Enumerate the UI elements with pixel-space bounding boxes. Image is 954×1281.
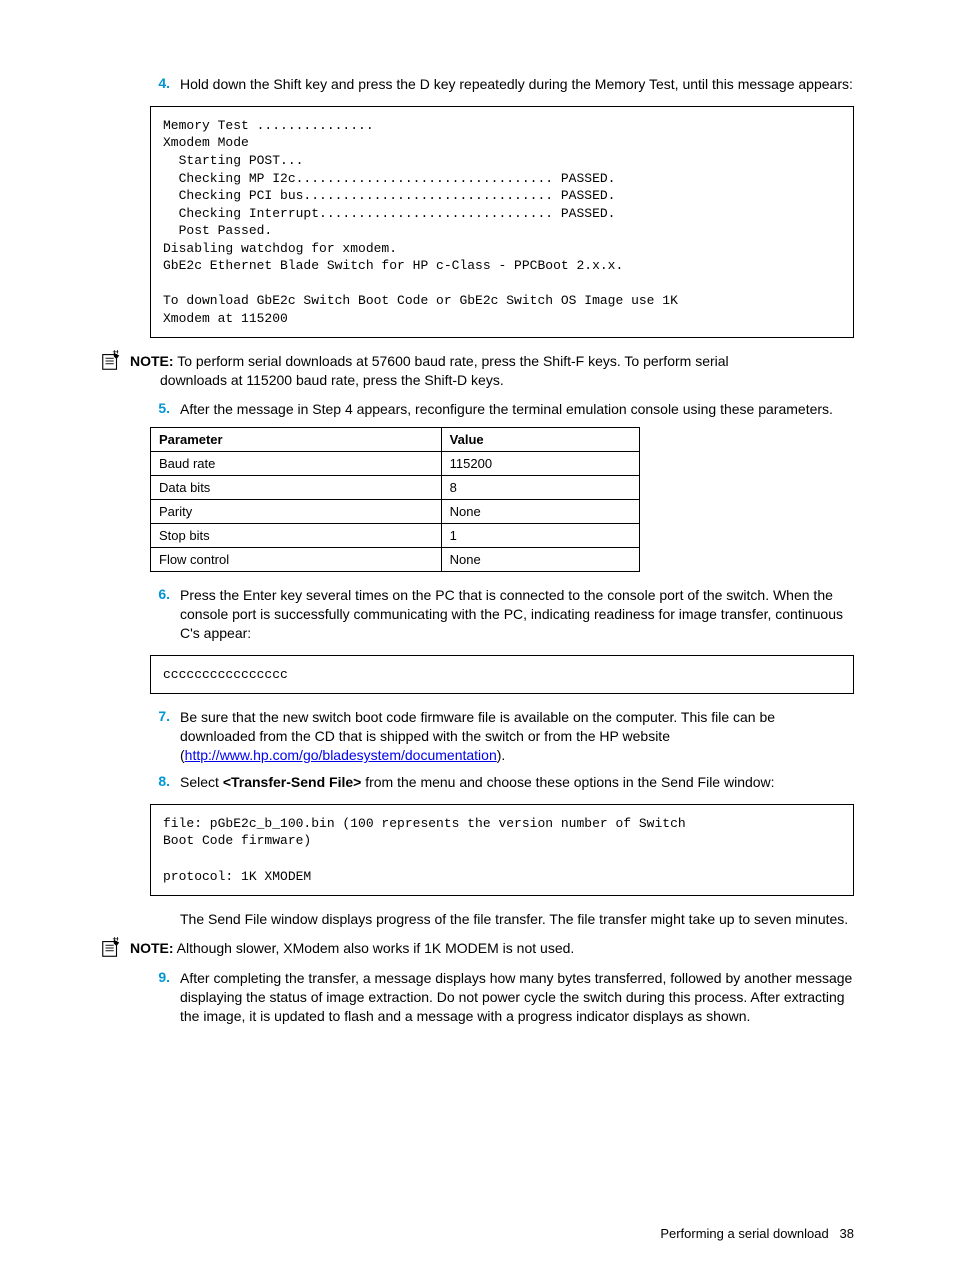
cell-value: 1 [441, 524, 639, 548]
parameters-table: Parameter Value Baud rate 115200 Data bi… [150, 427, 640, 572]
note-body: Although slower, XModem also works if 1K… [174, 940, 575, 956]
note-xmodem: NOTE: Although slower, XModem also works… [100, 939, 854, 959]
footer-section: Performing a serial download [660, 1226, 828, 1241]
step-number: 6. [150, 586, 180, 643]
step-number: 5. [150, 400, 180, 419]
col-value: Value [441, 428, 639, 452]
step-text: Be sure that the new switch boot code fi… [180, 708, 854, 765]
step-4: 4. Hold down the Shift key and press the… [100, 75, 854, 94]
table-row: Data bits 8 [151, 476, 640, 500]
cell-parameter: Baud rate [151, 452, 442, 476]
step-9: 9. After completing the transfer, a mess… [100, 969, 854, 1026]
cell-parameter: Flow control [151, 548, 442, 572]
table-row: Stop bits 1 [151, 524, 640, 548]
table-header-row: Parameter Value [151, 428, 640, 452]
step-number: 9. [150, 969, 180, 1026]
note-icon [100, 937, 122, 959]
step-8: 8. Select <Transfer-Send File> from the … [100, 773, 854, 792]
table-row: Parity None [151, 500, 640, 524]
step-text: Press the Enter key several times on the… [180, 586, 854, 643]
step-8-text-a: Select [180, 774, 223, 790]
note-body-line2: downloads at 115200 baud rate, press the… [160, 371, 854, 390]
table-row: Flow control None [151, 548, 640, 572]
code-block-memory-test: Memory Test ............... Xmodem Mode … [150, 106, 854, 339]
step-6: 6. Press the Enter key several times on … [100, 586, 854, 643]
step-text: Hold down the Shift key and press the D … [180, 75, 854, 94]
note-baud-rate: NOTE: To perform serial downloads at 576… [100, 352, 854, 390]
page-content: 4. Hold down the Shift key and press the… [0, 0, 954, 1281]
note-text: NOTE: Although slower, XModem also works… [130, 939, 854, 958]
cell-value: 115200 [441, 452, 639, 476]
note-icon [100, 350, 122, 372]
step-5: 5. After the message in Step 4 appears, … [100, 400, 854, 419]
footer-page-number: 38 [840, 1226, 854, 1241]
cell-parameter: Parity [151, 500, 442, 524]
col-parameter: Parameter [151, 428, 442, 452]
cell-parameter: Data bits [151, 476, 442, 500]
note-body-line1: To perform serial downloads at 57600 bau… [174, 353, 729, 369]
page-footer: Performing a serial download 38 [100, 1226, 854, 1241]
code-block-ccc: cccccccccccccccc [150, 655, 854, 695]
step-7: 7. Be sure that the new switch boot code… [100, 708, 854, 765]
cell-value: None [441, 500, 639, 524]
step-text: After the message in Step 4 appears, rec… [180, 400, 854, 419]
cell-value: 8 [441, 476, 639, 500]
code-block-file-protocol: file: pGbE2c_b_100.bin (100 represents t… [150, 804, 854, 896]
table-row: Baud rate 115200 [151, 452, 640, 476]
step-text: Select <Transfer-Send File> from the men… [180, 773, 854, 792]
step-number: 4. [150, 75, 180, 94]
step-8-bold: <Transfer-Send File> [223, 774, 362, 790]
cell-parameter: Stop bits [151, 524, 442, 548]
note-label: NOTE: [130, 353, 174, 369]
hp-documentation-link[interactable]: http://www.hp.com/go/bladesystem/documen… [185, 747, 497, 763]
step-text: The Send File window displays progress o… [180, 910, 854, 929]
cell-value: None [441, 548, 639, 572]
step-number-blank [150, 910, 180, 929]
step-number: 8. [150, 773, 180, 792]
note-label: NOTE: [130, 940, 174, 956]
step-7-text-b: ). [497, 747, 506, 763]
step-number: 7. [150, 708, 180, 765]
step-8-text-b: from the menu and choose these options i… [361, 774, 774, 790]
step-8-after: The Send File window displays progress o… [100, 910, 854, 929]
note-text: NOTE: To perform serial downloads at 576… [130, 352, 854, 390]
step-text: After completing the transfer, a message… [180, 969, 854, 1026]
